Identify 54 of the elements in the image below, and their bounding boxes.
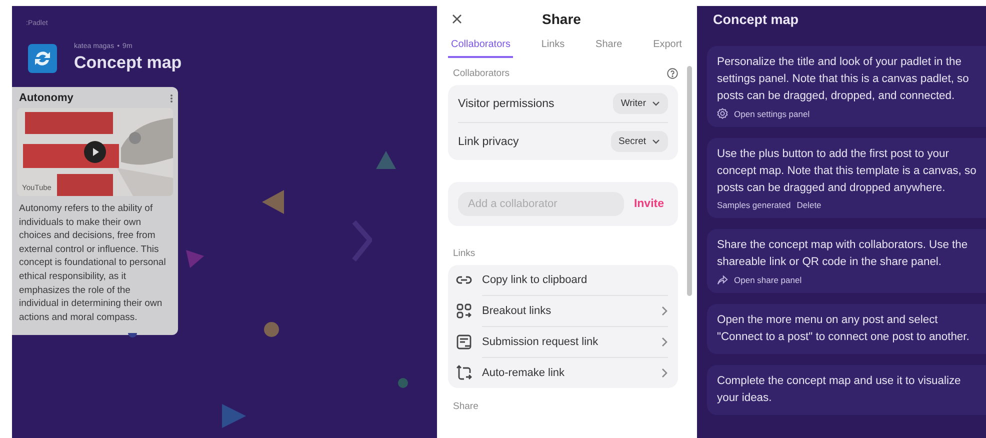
tip-text: Open the more menu on any post and select "Connect to a post" to connect one post to another. bbox=[717, 313, 970, 345]
triangle-shape bbox=[222, 404, 246, 428]
circle-shape bbox=[264, 322, 279, 337]
scrollbar[interactable] bbox=[687, 66, 692, 296]
delete-link[interactable]: Delete bbox=[796, 200, 822, 210]
status-note: Samples generated bbox=[717, 200, 791, 210]
section-heading: Collaborators bbox=[453, 68, 510, 79]
tab[interactable]: Collaborators bbox=[448, 33, 514, 58]
section-heading: Links bbox=[453, 248, 476, 259]
caret-icon bbox=[652, 101, 660, 106]
link-option[interactable]: Copy link to clipboard bbox=[482, 274, 588, 286]
post-title: Autonomy bbox=[19, 92, 74, 104]
caret-icon bbox=[652, 139, 660, 144]
tip-text: Share the concept map with collaborators. Use the shareable link or QR code in the share panel. bbox=[717, 238, 969, 270]
chevron-icon bbox=[661, 306, 668, 316]
chevron-icon bbox=[661, 368, 668, 378]
remake-icon bbox=[456, 364, 472, 380]
tip-text: Personalize the title and look of your padlet in the settings panel. Note that this is a canvas padlet, so posts can be dragged, dropped, and connected. bbox=[717, 55, 970, 104]
action-link[interactable]: Open settings panel bbox=[734, 108, 810, 118]
post-body: Autonomy refers to the ability of individuals to make their own choices and decisions, free from external control or influence. This concept is foundational to personal ethical responsibility, as it emphasizes the role of the individual in determining their own actions and moral compass. bbox=[19, 202, 167, 324]
refresh-icon bbox=[28, 44, 57, 72]
triangle-shape bbox=[376, 151, 396, 169]
triangle-shape bbox=[186, 250, 204, 268]
link-option[interactable]: Submission request link bbox=[482, 336, 598, 348]
tab[interactable]: Share bbox=[592, 33, 626, 58]
panel-title: Share bbox=[541, 11, 582, 27]
tab[interactable]: Links bbox=[538, 33, 568, 58]
dropdown[interactable]: Writer bbox=[612, 93, 668, 114]
board-title: Concept map bbox=[74, 53, 182, 73]
tip-text: Use the plus button to add the first post to your concept map. Note that this template is a canvas, so posts can be dragged and dropped anywhere. bbox=[717, 147, 978, 196]
more-icon[interactable] bbox=[170, 94, 173, 102]
grid-icon bbox=[456, 302, 472, 318]
panel-title: Concept map bbox=[713, 12, 799, 27]
link-option[interactable]: Breakout links bbox=[482, 305, 552, 317]
play-icon[interactable] bbox=[84, 141, 106, 163]
help-icon[interactable] bbox=[667, 68, 678, 79]
dropdown[interactable]: Secret bbox=[610, 131, 668, 152]
chevron-icon bbox=[661, 337, 668, 347]
close-icon[interactable] bbox=[452, 14, 462, 24]
action-link[interactable]: Open share panel bbox=[734, 274, 802, 284]
tab[interactable]: Export bbox=[650, 33, 685, 58]
collaborator-field[interactable]: Add a collaborator bbox=[458, 192, 624, 216]
share-icon bbox=[717, 274, 728, 285]
circle-shape bbox=[398, 378, 408, 388]
triangle-shape bbox=[262, 190, 286, 214]
setting-label: Visitor permissions bbox=[458, 98, 554, 110]
chevron-shape bbox=[352, 220, 372, 262]
setting-label: Link privacy bbox=[458, 136, 519, 148]
form-icon bbox=[456, 334, 472, 350]
settings-icon bbox=[717, 108, 728, 119]
post-card[interactable] bbox=[12, 87, 178, 335]
tip-text: Complete the concept map and use it to visualize your ideas. bbox=[717, 374, 962, 406]
link-option[interactable]: Auto-remake link bbox=[482, 367, 565, 379]
section-heading: Share bbox=[453, 401, 478, 412]
